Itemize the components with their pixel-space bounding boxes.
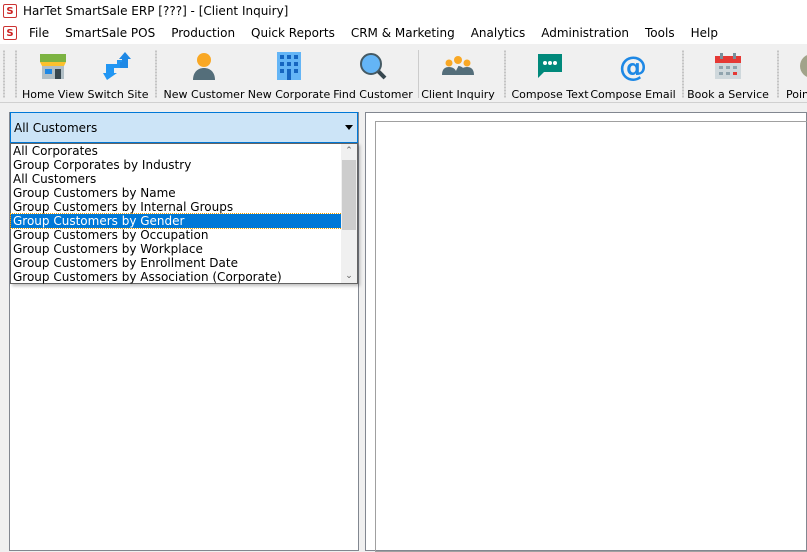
at-icon: @	[619, 49, 647, 83]
option-corporates-by-industry[interactable]: Group Corporates by Industry	[11, 158, 342, 172]
toolbar-grip[interactable]	[504, 50, 506, 98]
switch-site-button[interactable]: Switch Site	[88, 46, 149, 101]
client-inquiry-button[interactable]: Client Inquiry	[421, 46, 495, 101]
dropdown-arrow-icon[interactable]	[345, 125, 353, 130]
store-icon	[38, 50, 68, 82]
option-all-corporates[interactable]: All Corporates	[11, 144, 342, 158]
compose-email-button[interactable]: @ Compose Email	[590, 46, 675, 102]
inquiry-detail-panel	[365, 112, 807, 552]
toolbar-grip[interactable]	[15, 50, 17, 98]
menu-administration[interactable]: Administration	[533, 26, 637, 40]
scroll-down-icon[interactable]: ⌄	[341, 269, 357, 283]
option-customers-by-enrollment-date[interactable]: Group Customers by Enrollment Date	[11, 256, 342, 270]
calendar-icon	[714, 50, 742, 82]
menu-quick-reports[interactable]: Quick Reports	[243, 26, 343, 40]
building-icon	[277, 50, 301, 82]
option-customers-by-workplace[interactable]: Group Customers by Workplace	[11, 242, 342, 256]
scroll-up-icon[interactable]: ⌃	[341, 144, 357, 158]
window-title: HarTet SmartSale ERP [???] - [Client Inq…	[23, 4, 289, 18]
point-icon	[786, 50, 807, 82]
new-corporate-button[interactable]: New Corporate	[248, 46, 330, 101]
menu-smartsale-pos[interactable]: SmartSale POS	[57, 26, 163, 40]
toolbar-grip[interactable]	[777, 50, 779, 98]
toolbar-grip[interactable]	[155, 50, 157, 98]
menu-tools[interactable]: Tools	[637, 26, 683, 40]
option-customers-by-occupation[interactable]: Group Customers by Occupation	[11, 228, 342, 242]
group-icon	[442, 50, 474, 82]
filter-dropdown-list[interactable]: All Corporates Group Corporates by Indus…	[10, 143, 358, 284]
menu-file[interactable]: File	[21, 26, 57, 40]
person-icon	[190, 50, 218, 82]
compose-text-button[interactable]: Compose Text	[511, 46, 589, 101]
option-customers-by-internal-groups[interactable]: Group Customers by Internal Groups	[11, 200, 342, 214]
option-customers-by-association[interactable]: Group Customers by Association (Corporat…	[11, 270, 342, 284]
mdi-child-icon[interactable]: S	[3, 26, 17, 40]
menu-help[interactable]: Help	[683, 26, 726, 40]
scrollbar-thumb[interactable]	[342, 160, 356, 230]
menu-production[interactable]: Production	[163, 26, 243, 40]
find-customer-button[interactable]: Find Customer	[333, 46, 413, 101]
magnifier-icon	[359, 50, 387, 82]
point-button[interactable]: Poin	[786, 46, 807, 101]
customer-filter-combo[interactable]: All Customers	[10, 112, 358, 143]
title-bar: S HarTet SmartSale ERP [???] - [Client I…	[0, 0, 807, 22]
toolbar-grip[interactable]	[682, 50, 684, 98]
option-customers-by-gender[interactable]: Group Customers by Gender	[10, 213, 343, 229]
combo-selected-value: All Customers	[14, 120, 98, 135]
chat-icon	[536, 50, 564, 82]
toolbar-separator	[418, 50, 419, 98]
option-customers-by-name[interactable]: Group Customers by Name	[11, 186, 342, 200]
new-customer-button[interactable]: New Customer	[164, 46, 244, 101]
switch-arrows-icon	[103, 50, 133, 82]
dropdown-scrollbar[interactable]: ⌃ ⌄	[341, 144, 357, 283]
toolbar-grip[interactable]	[3, 50, 5, 98]
menu-analytics[interactable]: Analytics	[463, 26, 534, 40]
toolbar: Home View Switch Site New Customer New C…	[0, 44, 807, 103]
menu-crm-marketing[interactable]: CRM & Marketing	[343, 26, 463, 40]
detail-content-area	[375, 121, 807, 552]
option-all-customers[interactable]: All Customers	[11, 172, 342, 186]
app-logo-icon: S	[3, 4, 17, 18]
book-service-button[interactable]: Book a Service	[687, 46, 769, 101]
menu-bar: S File SmartSale POS Production Quick Re…	[0, 22, 807, 44]
home-view-button[interactable]: Home View	[22, 46, 84, 101]
